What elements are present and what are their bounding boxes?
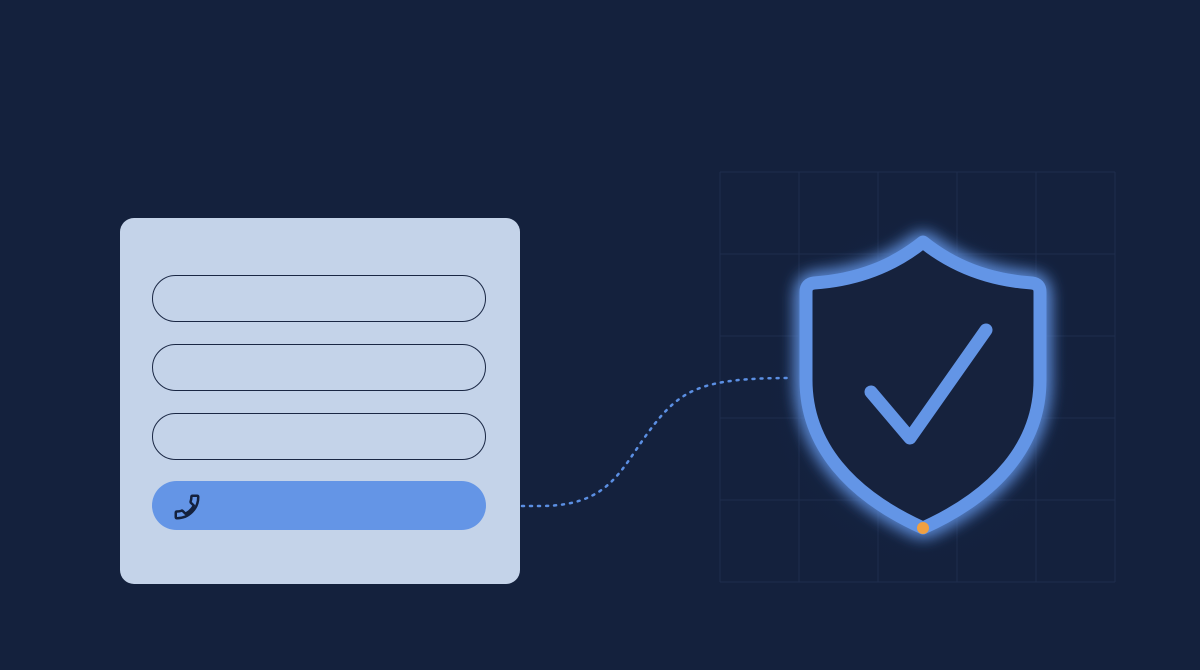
form-card: [120, 218, 520, 584]
text-field-2[interactable]: [152, 344, 486, 391]
illustration-canvas: [0, 0, 1200, 670]
dotted-connector: [488, 376, 792, 508]
phone-number-field[interactable]: [152, 481, 486, 530]
text-field-1[interactable]: [152, 275, 486, 322]
phone-icon: [174, 494, 200, 520]
text-field-3[interactable]: [152, 413, 486, 460]
anchor-dot: [917, 522, 929, 534]
